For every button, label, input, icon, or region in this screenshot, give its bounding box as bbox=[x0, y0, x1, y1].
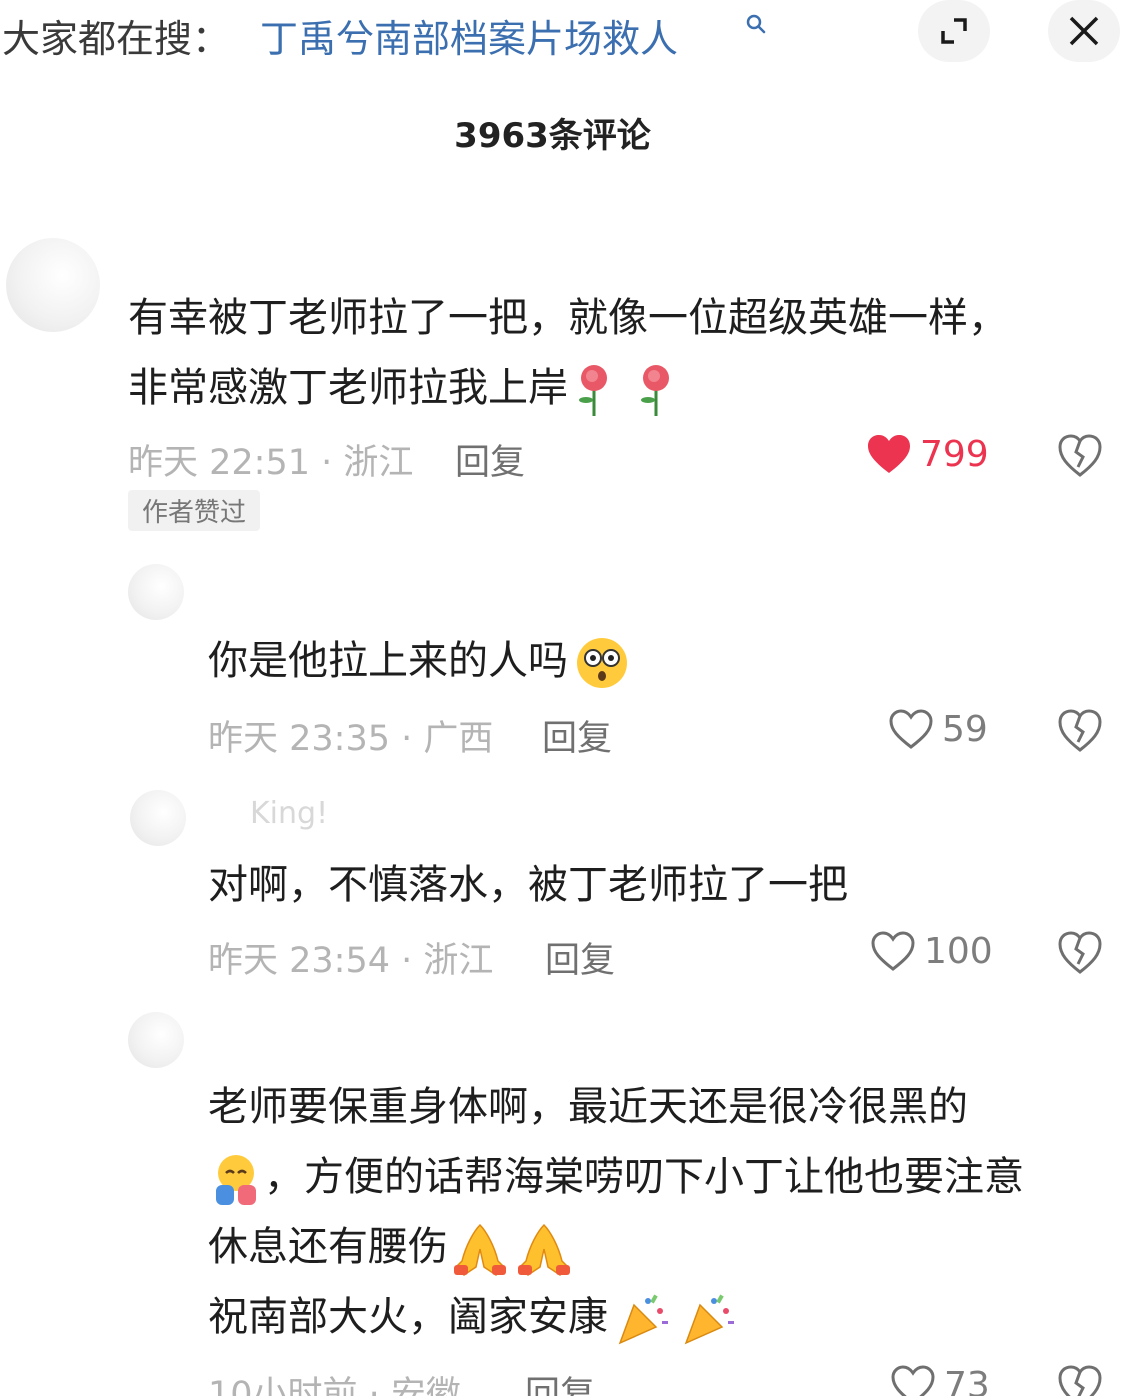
comment-meta: 10小时前 · 安徽 bbox=[208, 1375, 461, 1396]
close-button[interactable] bbox=[1048, 0, 1120, 62]
party-popper-emoji-icon bbox=[684, 1294, 734, 1345]
comment-line: 休息还有腰伤 bbox=[208, 1224, 448, 1270]
avatar[interactable] bbox=[130, 790, 186, 846]
pray-emoji-icon bbox=[518, 1223, 570, 1276]
like-count: 799 bbox=[920, 433, 989, 475]
comment-text: 对啊，不慎落水，被丁老师拉了一把 bbox=[208, 850, 1088, 920]
heart-icon bbox=[871, 931, 915, 971]
like-button[interactable]: 799 bbox=[866, 433, 989, 475]
hug-emoji-icon bbox=[216, 1155, 256, 1205]
rose-emoji-icon bbox=[641, 365, 669, 416]
search-icon[interactable] bbox=[744, 12, 768, 36]
reply-button[interactable]: 回复 bbox=[455, 434, 525, 485]
comment-text: 老师要保重身体啊，最近天还是很冷很黑的 ，方便的话帮海棠唠叨下小丁让他也要注意 … bbox=[208, 1072, 1108, 1352]
comment-line: 老师要保重身体啊，最近天还是很冷很黑的 bbox=[208, 1084, 968, 1130]
author-liked-badge: 作者赞过 bbox=[128, 490, 261, 531]
party-popper-emoji-icon bbox=[618, 1294, 668, 1345]
dislike-icon[interactable] bbox=[1057, 433, 1103, 479]
reply-button[interactable]: 回复 bbox=[525, 1366, 595, 1396]
comment-text: 你是他拉上来的人吗 bbox=[208, 626, 1088, 696]
dislike-icon[interactable] bbox=[1057, 1364, 1103, 1396]
rose-emoji-icon bbox=[579, 365, 607, 416]
comment-line: 有幸被丁老师拉了一把，就像一位超级英雄一样， bbox=[128, 295, 1008, 341]
like-button[interactable]: 100 bbox=[870, 930, 993, 972]
like-count: 59 bbox=[942, 708, 988, 750]
close-icon bbox=[1069, 16, 1099, 46]
trending-search-link[interactable]: 丁禹兮南部档案片场救人 bbox=[260, 8, 678, 63]
like-button[interactable]: 59 bbox=[888, 708, 988, 750]
shocked-face-emoji-icon bbox=[577, 638, 627, 688]
comment-count-title: 3963条评论 bbox=[454, 116, 651, 156]
like-count: 73 bbox=[944, 1364, 990, 1396]
comment-meta: 昨天 22:51 · 浙江 bbox=[128, 443, 414, 483]
pray-emoji-icon bbox=[454, 1223, 506, 1276]
search-prefix: 大家都在搜： bbox=[2, 17, 231, 61]
comment-line: ，方便的话帮海棠唠叨下小丁让他也要注意 bbox=[264, 1154, 1024, 1200]
dislike-icon[interactable] bbox=[1057, 708, 1103, 754]
avatar[interactable] bbox=[128, 1012, 184, 1068]
comment-line: 你是他拉上来的人吗 bbox=[208, 638, 568, 684]
search-bar: 大家都在搜： 丁禹兮南部档案片场救人 bbox=[0, 0, 1123, 72]
comment-meta: 昨天 23:54 · 浙江 bbox=[208, 941, 494, 981]
heart-icon bbox=[868, 435, 910, 473]
comment-line: 祝南部大火，阖家安康 bbox=[208, 1294, 608, 1340]
heart-icon bbox=[891, 1365, 935, 1396]
dislike-icon[interactable] bbox=[1057, 930, 1103, 976]
like-button[interactable]: 73 bbox=[890, 1364, 990, 1396]
reply-button[interactable]: 回复 bbox=[545, 932, 615, 983]
heart-icon bbox=[889, 709, 933, 749]
like-count: 100 bbox=[924, 930, 993, 972]
avatar[interactable] bbox=[128, 564, 184, 620]
expand-button[interactable] bbox=[918, 0, 990, 62]
comment-meta: 昨天 23:35 · 广西 bbox=[208, 719, 494, 759]
username[interactable]: King! bbox=[250, 796, 328, 831]
comment-line: 非常感激丁老师拉我上岸 bbox=[128, 365, 568, 411]
reply-button[interactable]: 回复 bbox=[542, 710, 612, 761]
comment-text: 有幸被丁老师拉了一把，就像一位超级英雄一样， 非常感激丁老师拉我上岸 bbox=[128, 283, 1108, 423]
avatar[interactable] bbox=[6, 238, 100, 332]
comment-line: 对啊，不慎落水，被丁老师拉了一把 bbox=[208, 862, 848, 908]
expand-icon bbox=[941, 18, 967, 44]
